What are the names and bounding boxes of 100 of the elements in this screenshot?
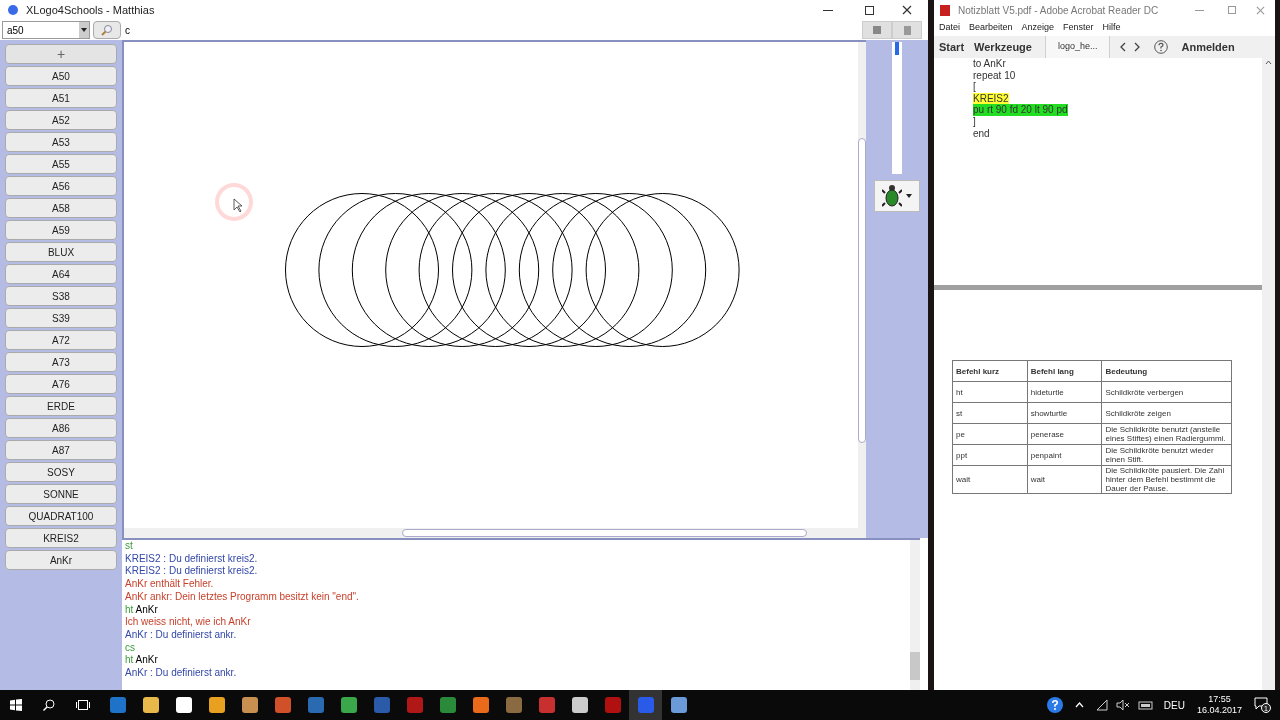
console-line: AnKr : Du definierst ankr. — [125, 667, 238, 680]
procedure-button[interactable]: A50 — [5, 66, 117, 86]
window-title: Notizblatt V5.pdf - Adobe Acrobat Reader DC — [958, 3, 1159, 18]
console-line: AnKr enthält Fehler. — [125, 578, 215, 591]
table-header: Befehl lang — [1027, 360, 1102, 382]
minimize-icon[interactable] — [823, 9, 833, 11]
table-cell: Schildkröte zeigen — [1102, 402, 1232, 424]
table-cell: ppt — [952, 444, 1028, 466]
procedure-button[interactable]: KREIS2 — [5, 528, 117, 548]
command-input[interactable]: c — [121, 21, 862, 39]
procedure-button[interactable]: SONNE — [5, 484, 117, 504]
table-cell: wait — [1027, 465, 1102, 494]
procedure-button[interactable]: A51 — [5, 88, 117, 108]
procedure-button[interactable]: A56 — [5, 176, 117, 196]
scroll-up-icon[interactable] — [1265, 60, 1272, 65]
console-line: AnKr : Du definierst ankr. — [125, 628, 238, 642]
procedure-button[interactable]: A59 — [5, 220, 117, 240]
console-line: AnKr ankr: Dein letztes Programm besitzt kein "end". — [125, 590, 360, 604]
toolbar-tab[interactable]: Start — [934, 36, 970, 58]
table-cell: Die Schildkröte benutzt wieder einen Stift. — [1102, 444, 1232, 466]
table-cell: Die Schildkröte benutzt (anstelle eines Stiftes) einen Radiergummi. — [1102, 423, 1232, 445]
clock-time[interactable]: 17:55 — [1208, 694, 1231, 705]
toolbar-tab[interactable]: logo_he... — [1044, 36, 1111, 58]
console-line: ht AnKr — [125, 654, 159, 668]
forward-icon[interactable] — [1134, 42, 1141, 52]
code-line: end — [973, 127, 990, 140]
scrollbar-thumb[interactable] — [858, 138, 866, 443]
wifi-icon[interactable] — [1095, 699, 1108, 711]
chevron-up-icon[interactable] — [1074, 702, 1084, 708]
sign-in-link[interactable]: Anmelden — [1181, 38, 1235, 56]
language-indicator[interactable]: DEU — [1163, 697, 1185, 713]
turtle-button[interactable] — [874, 180, 920, 212]
table-cell: showturtle — [1027, 402, 1102, 424]
procedure-button[interactable]: A76 — [5, 374, 117, 394]
console-line: KREIS2 : Du definierst kreis2. — [125, 565, 259, 579]
procedure-button[interactable]: ERDE — [5, 396, 117, 416]
task-view-icon[interactable] — [76, 699, 90, 711]
scrollbar-thumb[interactable] — [910, 652, 920, 680]
procedure-button[interactable]: A55 — [5, 154, 117, 174]
caret-icon — [81, 28, 87, 32]
menu-item[interactable]: Bearbeiten — [969, 21, 1013, 35]
start-icon[interactable] — [10, 699, 22, 711]
menu-item[interactable]: Datei — [939, 21, 960, 35]
back-icon[interactable] — [1120, 42, 1127, 52]
console-line: KREIS2 : Du definierst kreis2. — [125, 552, 259, 566]
search-icon — [101, 24, 113, 36]
procedure-button[interactable]: A73 — [5, 352, 117, 372]
table-cell: hideturtle — [1027, 381, 1102, 403]
procedure-button[interactable]: BLUX — [5, 242, 117, 262]
procedure-select[interactable]: a50 — [2, 21, 90, 39]
procedure-button[interactable]: A64 — [5, 264, 117, 284]
battery-icon[interactable] — [1137, 700, 1154, 710]
table-cell: Die Schildkröte pausiert. Die Zahl hinter dem Befehl bestimmt die Dauer der Pause. — [1102, 465, 1232, 494]
stop-button[interactable] — [862, 21, 892, 39]
turtle-icon — [882, 184, 902, 208]
console-line: ht AnKr — [125, 603, 159, 617]
code-line: repeat 10 — [973, 69, 1016, 82]
procedure-button[interactable]: SOSY — [5, 462, 117, 482]
help-icon[interactable] — [1046, 697, 1063, 713]
console-line: Ich weiss nicht, wie ich AnKr — [125, 616, 252, 629]
close-icon[interactable] — [902, 5, 912, 15]
table-cell: ht — [952, 381, 1028, 403]
search-icon[interactable] — [43, 699, 55, 711]
procedure-button[interactable]: A86 — [5, 418, 117, 438]
table-cell: st — [952, 402, 1028, 424]
cursor-icon — [214, 182, 254, 222]
table-cell: penpaint — [1027, 444, 1102, 466]
procedure-button[interactable]: AnKr — [5, 550, 117, 570]
table-header: Befehl kurz — [952, 360, 1028, 382]
maximize-icon[interactable] — [865, 5, 874, 15]
add-procedure-button[interactable]: + — [5, 44, 117, 64]
code-line: [ — [973, 81, 976, 93]
muted-speaker-icon[interactable] — [1115, 699, 1130, 711]
menu-item[interactable]: Hilfe — [1102, 21, 1121, 35]
dropdown-button[interactable] — [79, 22, 89, 38]
procedure-button[interactable]: A87 — [5, 440, 117, 460]
procedure-button[interactable]: S39 — [5, 308, 117, 328]
code-line: to AnKr — [973, 58, 1006, 70]
caret-icon — [906, 194, 912, 198]
table-cell: penerase — [1027, 423, 1102, 445]
table-cell: pe — [952, 423, 1028, 445]
menu-item[interactable]: Fenster — [1063, 21, 1094, 35]
console-line: st — [125, 540, 134, 553]
window-title: XLogo4Schools - Matthias — [26, 2, 155, 18]
procedure-button[interactable]: A53 — [5, 132, 117, 152]
procedure-button[interactable]: S38 — [5, 286, 117, 306]
procedure-button[interactable]: A58 — [5, 198, 117, 218]
clock-date[interactable]: 16.04.2017 — [1196, 705, 1242, 716]
table-header: Bedeutung — [1102, 360, 1232, 382]
notifications-icon[interactable] — [1254, 697, 1268, 710]
speed-slider[interactable] — [892, 42, 902, 174]
procedure-button[interactable]: QUADRAT100 — [5, 506, 117, 526]
procedure-button[interactable]: A52 — [5, 110, 117, 130]
scrollbar-thumb[interactable] — [402, 529, 807, 537]
procedure-button[interactable]: A72 — [5, 330, 117, 350]
toolbar-tab[interactable]: Werkzeuge — [969, 36, 1037, 58]
table-cell: Schildkröte verbergen — [1102, 381, 1232, 403]
menu-item[interactable]: Anzeige — [1021, 21, 1055, 35]
code-line: ] — [973, 115, 976, 128]
console-line: cs — [125, 641, 136, 655]
